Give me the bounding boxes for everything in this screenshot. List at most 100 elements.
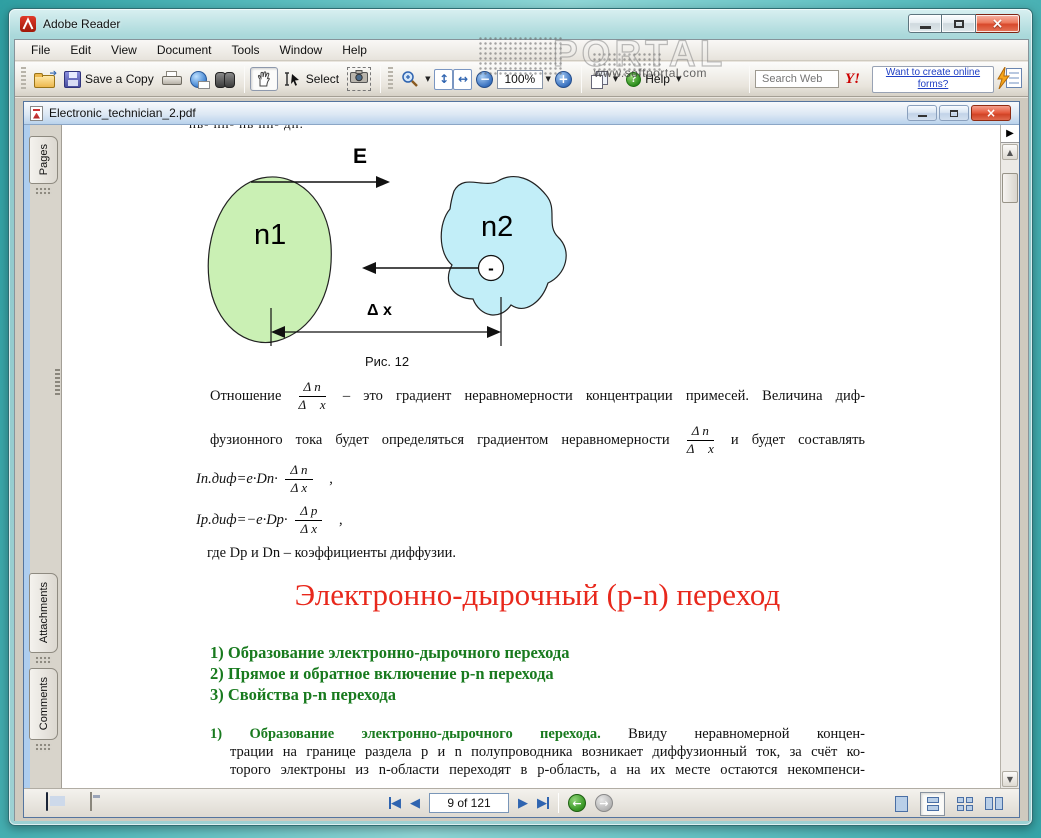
print-button[interactable] [158,69,186,89]
pane-resize-grip[interactable] [55,369,60,397]
region-n2-label: n2 [481,211,514,243]
help-button[interactable]: ? Help ▼ [622,70,685,89]
search-button[interactable] [211,70,239,88]
hand-tool-button[interactable] [249,67,278,91]
article-next-button[interactable]: ▶ [1001,125,1019,143]
email-button[interactable] [186,69,211,90]
zoom-out-button[interactable]: − [472,69,497,90]
tab-attachments[interactable]: Attachments [29,573,58,653]
last-page-button[interactable]: ▶ [537,796,549,811]
fit-width-icon: ↔ [457,72,468,86]
scroll-thumb[interactable] [1002,173,1018,203]
menu-document[interactable]: Document [147,40,222,60]
help-dropdown-icon[interactable]: ▼ [676,75,681,83]
zoom-out-icon: − [476,70,494,88]
search-web-input[interactable] [755,70,839,88]
zoom-level-value[interactable]: 100% [497,69,544,89]
close-button[interactable]: × [976,14,1020,33]
close-icon: × [991,15,1004,32]
outline-item: 3) Свойства p-n перехода [210,685,397,704]
paragraph-line: Отношение Δ nΔ x – это градиент неравном… [210,379,866,412]
zoom-tool-button[interactable]: ▼ [397,68,434,90]
select-tool-icon [282,71,302,87]
e-field-label: E [353,145,368,168]
menu-window[interactable]: Window [270,40,333,60]
menu-edit[interactable]: Edit [60,40,101,60]
region-n1-label: n1 [254,219,287,251]
tab-grip [35,743,52,752]
continuous-view-button[interactable] [920,791,945,816]
toolbar-grip[interactable] [388,67,394,91]
fullscreen-mode-button[interactable] [46,792,48,811]
select-tool-button[interactable]: Select [278,69,343,89]
doc-minimize-icon [917,115,927,117]
menu-file[interactable]: File [21,40,60,60]
doc-minimize-button[interactable] [907,105,937,121]
next-view-button[interactable]: → [595,794,613,812]
vertical-scrollbar: ▶ ▲ ▼ [1000,125,1019,788]
dimension-arrow-head-right [487,326,501,338]
doc-restore-button[interactable] [939,105,969,121]
previous-page-button[interactable]: ◀ [410,796,420,811]
save-a-copy-button[interactable]: Save a Copy [60,69,158,90]
title-bar[interactable]: Adobe Reader × [9,9,1032,39]
forms-lightning-icon [996,67,1022,91]
hide-toolbars-button[interactable] [90,792,92,811]
toolbar-grip[interactable] [21,67,26,91]
document-title-bar[interactable]: Electronic_technician_2.pdf × [24,102,1019,125]
fit-width-button[interactable]: ↔ [453,68,473,90]
scroll-up-button[interactable]: ▲ [1002,144,1018,160]
body-text-line: торого электроны из n-области переходят … [230,762,865,778]
minimize-button[interactable] [908,14,942,33]
continuous-facing-button[interactable] [957,796,973,811]
single-page-button[interactable] [895,795,908,812]
paragraph-line: фузионного тока будет определяться гради… [210,423,866,456]
monitor-icon [46,792,48,811]
workspace: Electronic_technician_2.pdf × Pages Atta… [15,98,1028,821]
save-icon [64,70,81,88]
yahoo-icon[interactable]: Y! [845,71,860,88]
pdf-page[interactable]: нв- нн- нв нн- дн. - [62,125,1000,788]
formula-hole-diffusion: Ip.диф=−e·Dp· Δ pΔ x , [196,503,343,536]
toolbar-separator [580,65,582,93]
tab-pages[interactable]: Pages [29,136,58,184]
open-button[interactable]: ➔ [30,69,60,90]
application-area: File Edit View Document Tools Window Hel… [14,39,1029,821]
next-page-button[interactable]: ▶ [518,796,528,811]
doc-restore-icon [950,109,958,117]
fit-height-button[interactable]: ↕ [434,68,454,90]
help-label: Help [645,72,670,86]
menu-view[interactable]: View [101,40,147,60]
facing-button[interactable] [985,797,1003,810]
tool-bar: ➔ Save a Copy Select ▼ ↕ ↔ − 100% ▼ + ▼ … [15,62,1028,97]
zoom-in-button[interactable]: + [551,69,576,90]
fraction-dn-dx: Δ nΔ x [686,423,714,456]
continuous-view-icon [926,796,939,811]
zoom-level-combobox[interactable]: 100% ▼ [497,69,551,89]
snapshot-tool-button[interactable] [343,65,375,93]
figure-caption: Рис. 12 [365,354,410,369]
binoculars-icon [214,72,235,88]
page-display-icon [590,71,608,89]
doc-close-button[interactable]: × [971,105,1011,121]
scroll-down-button[interactable]: ▼ [1002,771,1018,787]
create-forms-link[interactable]: Want to create online forms? [872,65,994,93]
document-page-icon [90,792,92,811]
page-number-input[interactable] [429,793,509,813]
page-display-button[interactable]: ▼ [587,69,622,89]
email-icon [189,70,210,89]
zoom-tool-dropdown-icon[interactable]: ▼ [425,75,430,83]
maximize-button[interactable] [942,14,976,33]
page-display-dropdown-icon[interactable]: ▼ [613,75,618,83]
window-title: Adobe Reader [43,17,121,31]
drift-arrow-head [362,262,376,274]
menu-tools[interactable]: Tools [222,40,270,60]
zoom-in-tool-icon [401,70,419,88]
toolbar-separator [243,65,245,93]
first-page-button[interactable]: ◀ [389,796,401,811]
tab-comments[interactable]: Comments [29,668,58,740]
menu-help[interactable]: Help [332,40,377,60]
previous-view-button[interactable]: ← [568,794,586,812]
maximize-icon [953,19,964,28]
section-title: Электронно-дырочный (p-n) переход [294,577,781,612]
